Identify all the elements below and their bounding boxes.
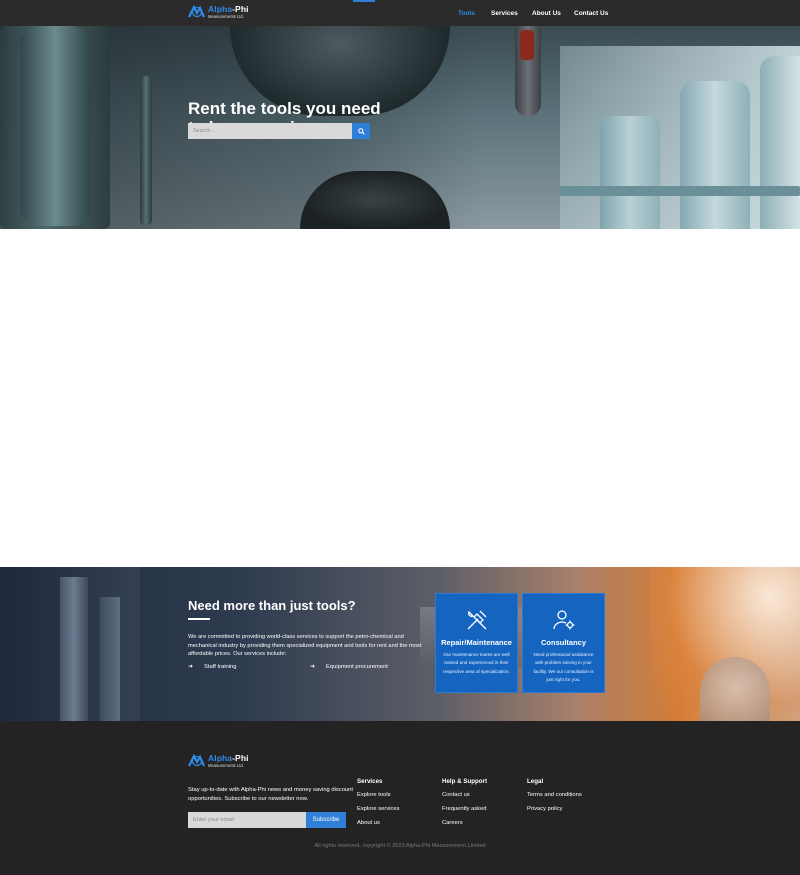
brand-name: Alpha-Phi (208, 4, 249, 15)
footer-column-heading: Help & Support (442, 778, 488, 785)
footer-link-about-us[interactable]: About us (357, 820, 400, 826)
card-text: Need professional assistance with proble… (533, 652, 594, 683)
brand-logo[interactable]: Alpha-Phi Measurements Ltd. (188, 5, 249, 19)
band-description: We are committed to providing world-clas… (188, 634, 422, 657)
service-item-staff-training: ➜ Staff training (188, 663, 237, 671)
nav-item-about-us[interactable]: About Us (532, 10, 574, 17)
copyright-text: All rights reserved, copyright © 2023 Al… (314, 843, 486, 849)
nav-item-contact-us[interactable]: Contact Us (574, 10, 608, 17)
footer-link-faq[interactable]: Frequently asked (442, 806, 487, 812)
band-title: Need more than just tools? (188, 598, 356, 613)
hero-section: Rent the tools you need to keep running (0, 26, 800, 229)
arrow-right-icon: ➜ (188, 664, 194, 670)
service-item-equipment-procurement: ➜ Equipment procurement (310, 663, 388, 671)
footer-column-legal: Legal Terms and conditions Privacy polic… (527, 778, 582, 820)
card-title: Repair/Maintenance (441, 638, 512, 647)
card-title: Consultancy (540, 638, 586, 647)
footer-link-explore-tools[interactable]: Explore tools (357, 792, 400, 798)
footer-column-services: Services Explore tools Explore services … (357, 778, 400, 834)
consultant-gear-icon (552, 608, 576, 632)
search-icon (357, 122, 365, 140)
footer-column-heading: Services (357, 778, 383, 785)
footer-column-heading: Legal (527, 778, 544, 785)
nav-item-tools[interactable]: Tools (458, 10, 491, 17)
footer (0, 721, 800, 875)
nav-item-services[interactable]: Services (491, 10, 532, 17)
card-consultancy[interactable]: Consultancy Need professional assistance… (522, 593, 605, 693)
logo-mark-icon (188, 754, 205, 768)
card-text: Our maintenance teams are well trained a… (443, 652, 510, 674)
brand-tagline: Measurements Ltd. (208, 13, 244, 19)
search-input[interactable] (188, 123, 352, 139)
nav-indicator (353, 0, 375, 2)
newsletter-text: Stay up-to-date with Alpha-Phi news and … (188, 787, 353, 802)
brand-name: Alpha-Phi (208, 753, 249, 764)
arrow-right-icon: ➜ (310, 664, 316, 670)
brand-tagline: Measurements Ltd. (208, 762, 244, 768)
newsletter-form: Subscribe (188, 812, 346, 828)
footer-link-privacy[interactable]: Privacy policy (527, 806, 582, 812)
footer-logo[interactable]: Alpha-Phi Measurements Ltd. (188, 754, 249, 768)
search-button[interactable] (352, 123, 370, 139)
logo-mark-icon (188, 5, 205, 19)
email-field[interactable] (188, 812, 306, 828)
band-divider (188, 618, 210, 620)
nav-links: Tools Services About Us Contact Us (458, 0, 608, 26)
top-navbar: Alpha-Phi Measurements Ltd. Tools Servic… (0, 0, 800, 26)
footer-link-explore-services[interactable]: Explore services (357, 806, 400, 812)
hero-search (188, 123, 370, 139)
footer-link-contact-us[interactable]: Contact us (442, 792, 487, 798)
footer-link-careers[interactable]: Careers (442, 820, 487, 826)
footer-column-help-support: Help & Support Contact us Frequently ask… (442, 778, 487, 834)
tools-icon (465, 608, 489, 632)
card-repair-maintenance[interactable]: Repair/Maintenance Our maintenance teams… (435, 593, 518, 693)
footer-link-terms[interactable]: Terms and conditions (527, 792, 582, 798)
subscribe-button[interactable]: Subscribe (306, 812, 346, 828)
